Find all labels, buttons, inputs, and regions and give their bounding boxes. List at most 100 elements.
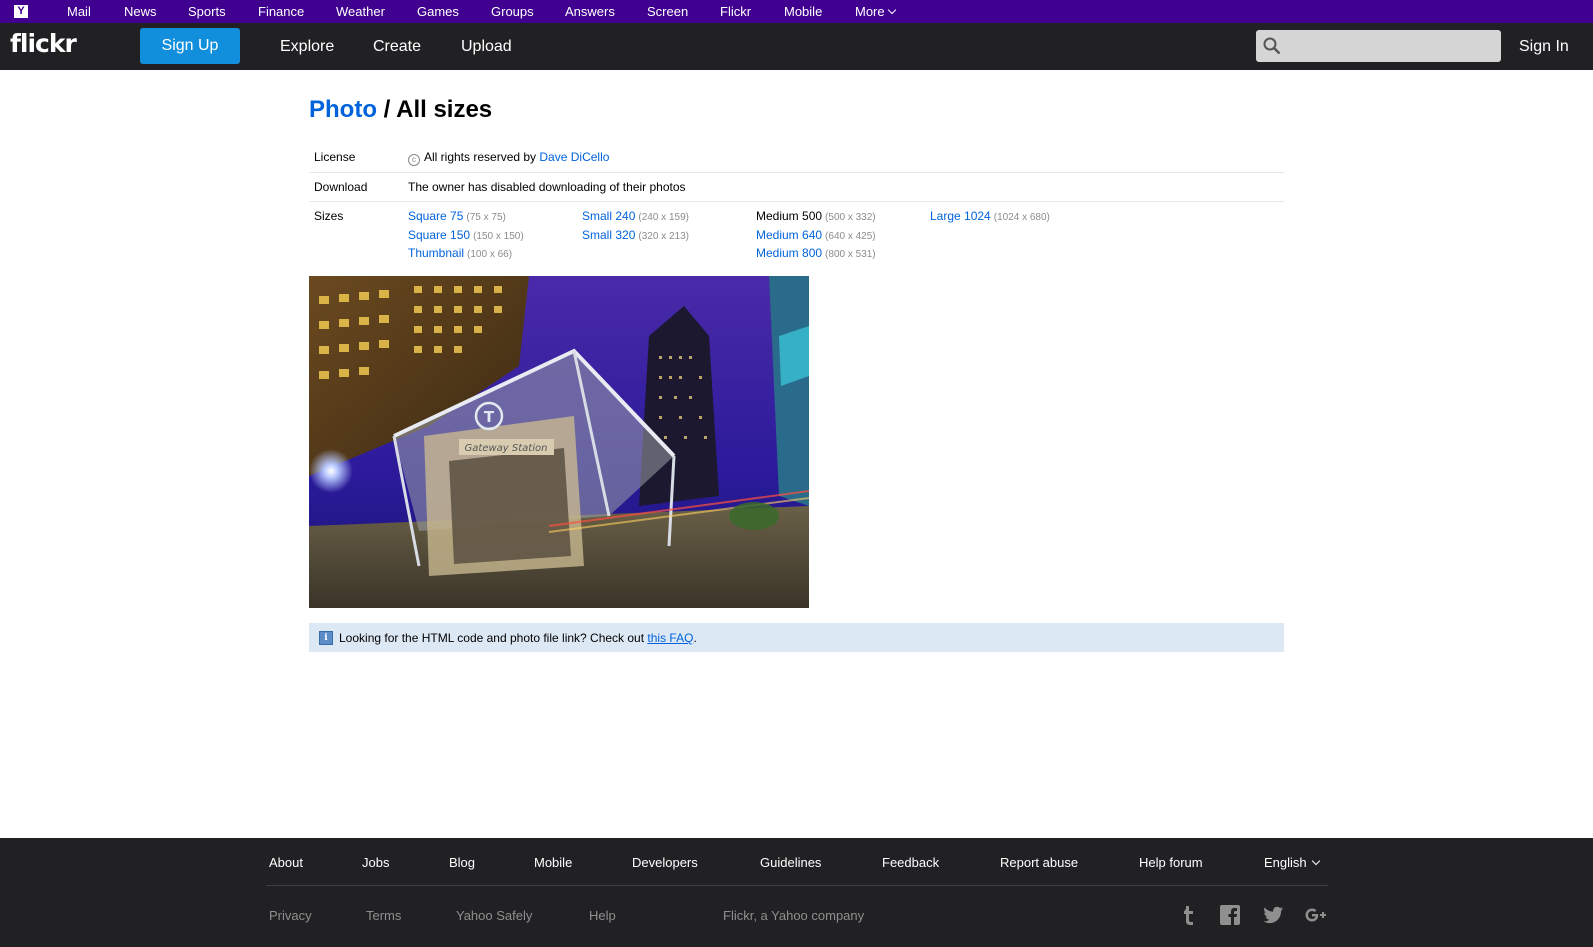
language-label: English — [1264, 855, 1307, 870]
nav-upload[interactable]: Upload — [461, 38, 512, 56]
yahoo-logo-icon[interactable]: Y — [14, 5, 28, 18]
footer-link-feedback[interactable]: Feedback — [882, 855, 939, 870]
footer-link-terms[interactable]: Terms — [366, 908, 401, 923]
size-name[interactable]: Square 75 — [408, 209, 463, 223]
tumblr-icon[interactable] — [1177, 903, 1201, 927]
photo-image: Gateway Station T — [309, 276, 809, 608]
footer-link-developers[interactable]: Developers — [632, 855, 698, 870]
sign-in-link[interactable]: Sign In — [1519, 38, 1569, 56]
size-dimensions: (800 x 531) — [825, 249, 876, 260]
yahoo-link-finance[interactable]: Finance — [258, 4, 304, 19]
faq-text-body: Looking for the HTML code and photo file… — [339, 631, 645, 645]
license-value: c All rights reserved by Dave DiCello — [408, 150, 609, 166]
language-select[interactable]: English — [1264, 855, 1320, 870]
size-option[interactable]: Medium 640 (640 x 425) — [756, 228, 931, 247]
yahoo-link-games[interactable]: Games — [417, 4, 459, 19]
license-text: All rights reserved by — [424, 150, 537, 164]
yahoo-bar: Y Mail News Sports Finance Weather Games… — [0, 0, 1593, 23]
download-label: Download — [314, 180, 368, 194]
facebook-icon[interactable] — [1218, 903, 1242, 927]
size-dimensions: (100 x 66) — [467, 249, 513, 260]
google-plus-icon[interactable] — [1304, 903, 1328, 927]
yahoo-link-screen[interactable]: Screen — [647, 4, 688, 19]
footer-company: Flickr, a Yahoo company — [723, 908, 865, 923]
size-name: Medium 500 — [756, 209, 823, 223]
footer-link-report-abuse[interactable]: Report abuse — [1000, 855, 1078, 870]
footer-link-help[interactable]: Help — [589, 908, 616, 923]
size-name[interactable]: Small 240 — [582, 209, 635, 223]
license-label: License — [314, 150, 356, 164]
footer-link-jobs[interactable]: Jobs — [362, 855, 389, 870]
size-option[interactable]: Medium 800 (800 x 531) — [756, 246, 931, 265]
size-option[interactable]: Large 1024 (1024 x 680) — [930, 209, 1105, 228]
size-dimensions: (240 x 159) — [638, 212, 689, 223]
size-name[interactable]: Medium 640 — [756, 228, 822, 242]
flickr-logo[interactable]: flickr — [10, 29, 77, 58]
info-table: License c All rights reserved by Dave DiC… — [309, 143, 1284, 274]
yahoo-link-sports[interactable]: Sports — [188, 4, 226, 19]
chevron-down-icon — [887, 5, 896, 15]
search-icon — [1263, 37, 1281, 55]
size-dimensions: (320 x 213) — [638, 230, 689, 242]
sizes-column: Small 240 (240 x 159) Small 320 (320 x 213… — [582, 209, 757, 246]
sizes-column: Large 1024 (1024 x 680) — [930, 209, 1105, 228]
page-title: Photo / All sizes — [309, 96, 492, 124]
flickr-header: flickr Sign Up Explore Create Upload Sig… — [0, 23, 1593, 70]
sizes-label: Sizes — [314, 209, 344, 223]
size-dimensions: (1024 x 680) — [993, 212, 1050, 223]
faq-notice: i Looking for the HTML code and photo fi… — [309, 623, 1284, 652]
size-name[interactable]: Square 150 — [408, 228, 470, 242]
footer-link-guidelines[interactable]: Guidelines — [760, 855, 821, 870]
sizes-column: Square 75 (75 x 75) Square 150 (150 x 150)… — [408, 209, 583, 265]
footer-link-privacy[interactable]: Privacy — [269, 908, 312, 923]
footer-link-yahoo-safely[interactable]: Yahoo Safely — [456, 908, 532, 923]
footer-divider — [266, 885, 1328, 886]
faq-text: Looking for the HTML code and photo file… — [339, 631, 697, 645]
yahoo-link-flickr[interactable]: Flickr — [720, 4, 751, 19]
gateway-station-photo: Gateway Station T — [309, 276, 809, 608]
yahoo-link-mail[interactable]: Mail — [67, 4, 91, 19]
chevron-down-icon — [1311, 856, 1320, 866]
size-option[interactable]: Small 240 (240 x 159) — [582, 209, 757, 228]
breadcrumb-separator: / — [376, 96, 397, 123]
size-option[interactable]: Thumbnail (100 x 66) — [408, 246, 583, 265]
footer-link-about[interactable]: About — [269, 855, 303, 870]
breadcrumb-photo[interactable]: Photo — [309, 96, 377, 123]
nav-explore[interactable]: Explore — [280, 38, 334, 56]
search-input[interactable] — [1256, 30, 1501, 62]
footer-link-mobile[interactable]: Mobile — [534, 855, 572, 870]
yahoo-link-groups[interactable]: Groups — [491, 4, 534, 19]
footer-link-help-forum[interactable]: Help forum — [1139, 855, 1203, 870]
size-name[interactable]: Small 320 — [582, 228, 635, 242]
size-option[interactable]: Square 75 (75 x 75) — [408, 209, 583, 228]
size-name[interactable]: Thumbnail — [408, 246, 464, 260]
svg-text:T: T — [484, 408, 495, 426]
size-option-current: Medium 500 (500 x 332) — [756, 209, 931, 228]
faq-link[interactable]: this FAQ — [647, 631, 693, 645]
license-row: License c All rights reserved by Dave DiC… — [309, 143, 1284, 173]
size-name[interactable]: Large 1024 — [930, 209, 991, 223]
yahoo-link-mobile[interactable]: Mobile — [784, 4, 822, 19]
yahoo-more-menu[interactable]: More — [855, 4, 896, 19]
yahoo-more-label: More — [855, 4, 885, 19]
sign-up-button[interactable]: Sign Up — [140, 28, 240, 64]
sizes-row: Sizes Square 75 (75 x 75) Square 150 (150 … — [309, 202, 1284, 274]
size-dimensions: (75 x 75) — [466, 212, 506, 223]
sizes-column: Medium 500 (500 x 332) Medium 640 (640 x 4… — [756, 209, 931, 265]
size-dimensions: (500 x 332) — [825, 212, 876, 223]
size-name[interactable]: Medium 800 — [756, 246, 822, 260]
twitter-icon[interactable] — [1261, 903, 1285, 927]
size-dimensions: (150 x 150) — [473, 230, 524, 242]
footer: About Jobs Blog Mobile Developers Guidel… — [0, 838, 1593, 947]
station-sign-text: Gateway Station — [465, 443, 548, 454]
size-dimensions: (640 x 425) — [825, 230, 876, 242]
yahoo-link-news[interactable]: News — [124, 4, 157, 19]
yahoo-link-answers[interactable]: Answers — [565, 4, 615, 19]
nav-create[interactable]: Create — [373, 38, 421, 56]
size-option[interactable]: Square 150 (150 x 150) — [408, 228, 583, 247]
owner-link[interactable]: Dave DiCello — [539, 150, 609, 164]
footer-link-blog[interactable]: Blog — [449, 855, 475, 870]
size-option[interactable]: Small 320 (320 x 213) — [582, 228, 757, 247]
yahoo-link-weather[interactable]: Weather — [336, 4, 385, 19]
page-title-text: All sizes — [396, 96, 493, 123]
